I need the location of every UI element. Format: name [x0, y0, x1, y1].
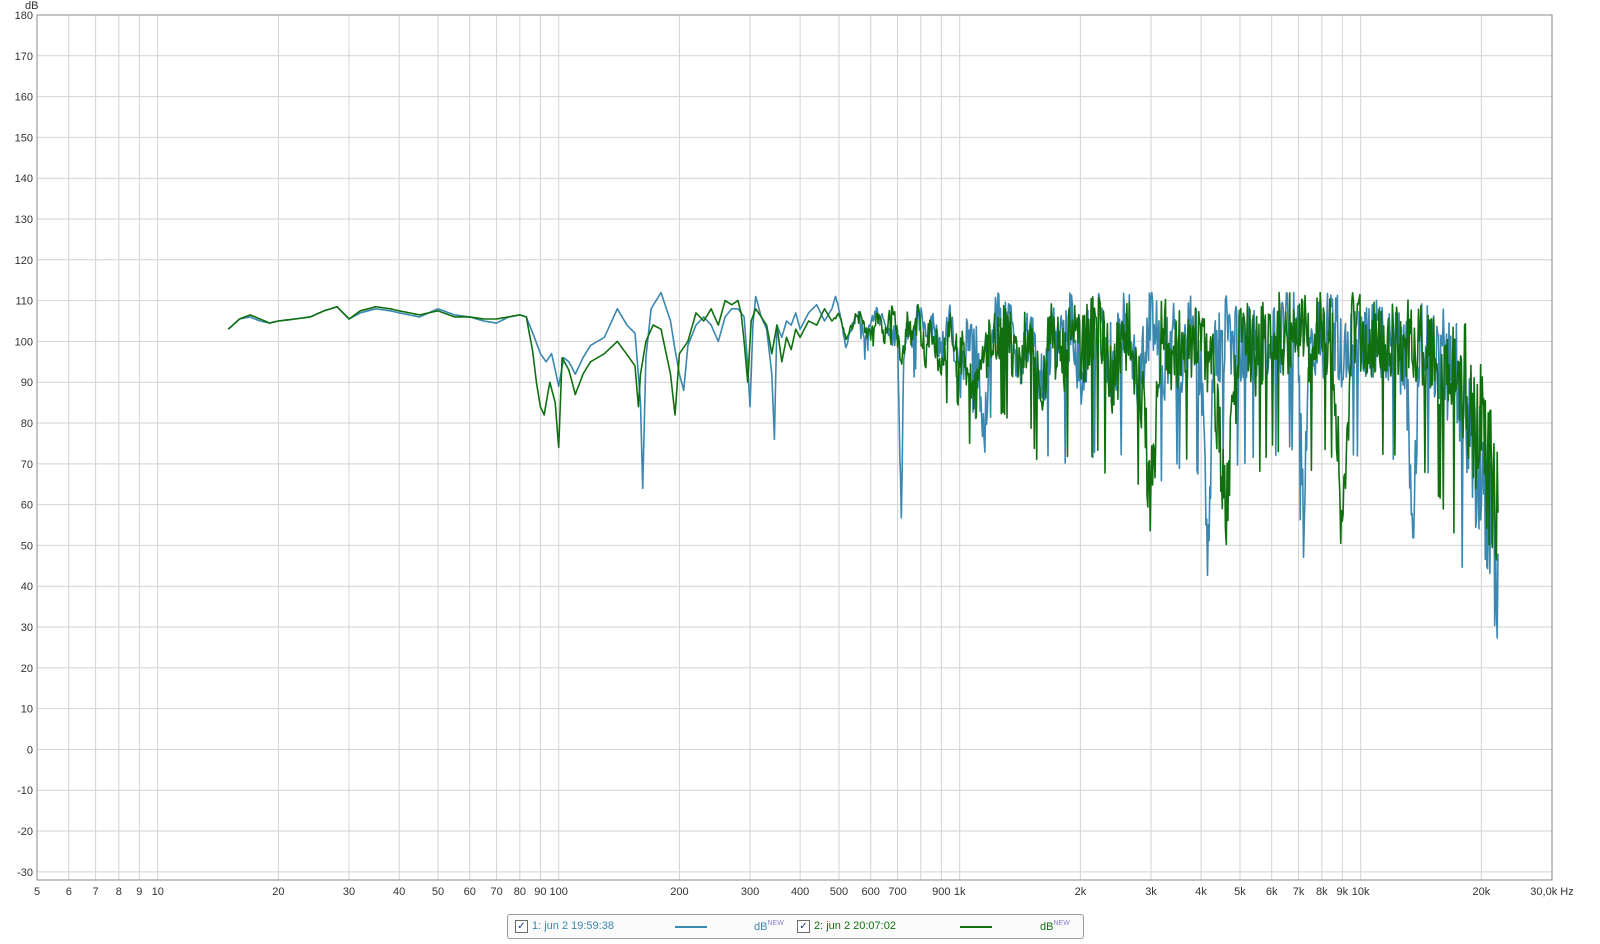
y-tick-label: 140 — [15, 173, 33, 185]
y-tick-label: 0 — [27, 744, 33, 756]
y-tick-label: 130 — [15, 214, 33, 226]
x-tick-label: 60 — [464, 886, 476, 898]
x-tick-label: 8 — [116, 886, 122, 898]
x-tick-label: 500 — [830, 886, 848, 898]
x-tick-label: 900 — [932, 886, 950, 898]
legend-checkbox-2[interactable]: ✓ — [797, 920, 810, 933]
y-tick-label: 90 — [21, 377, 33, 389]
y-tick-label: 10 — [21, 704, 33, 716]
y-tick-label: -10 — [17, 785, 33, 797]
x-tick-label: 200 — [670, 886, 688, 898]
y-tick-label: 60 — [21, 500, 33, 512]
y-tick-label: 30 — [21, 622, 33, 634]
x-tick-label: 6k — [1266, 886, 1278, 898]
y-axis-ticks: 1801701601501401301201101009080706050403… — [15, 10, 33, 879]
x-tick-label: 700 — [888, 886, 906, 898]
x-tick-label: 1k — [954, 886, 966, 898]
y-tick-label: 170 — [15, 51, 33, 63]
x-tick-label: 90 — [534, 886, 546, 898]
x-tick-label: 10k — [1352, 886, 1370, 898]
legend-label-1: 1: jun 2 19:59:38 — [532, 920, 614, 932]
x-tick-label: 30,0k Hz — [1530, 886, 1573, 898]
x-tick-label: 3k — [1145, 886, 1157, 898]
x-tick-label: 300 — [741, 886, 759, 898]
y-tick-label: -30 — [17, 867, 33, 879]
legend: ✓ 1: jun 2 19:59:38 dBNEW ✓ 2: jun 2 20:… — [507, 914, 1084, 939]
y-tick-label: 80 — [21, 418, 33, 430]
x-tick-label: 80 — [514, 886, 526, 898]
x-axis-ticks: 5 6 7 8 9 10 20 30 40 50 60 70 80 90 100 200 300 400 500 60… — [34, 886, 1574, 898]
x-tick-label: 7 — [93, 886, 99, 898]
legend-checkbox-1[interactable]: ✓ — [515, 920, 528, 933]
x-tick-label: 4k — [1195, 886, 1207, 898]
x-tick-label: 40 — [393, 886, 405, 898]
x-tick-label: 30 — [343, 886, 355, 898]
x-tick-label: 400 — [791, 886, 809, 898]
y-tick-label: 70 — [21, 459, 33, 471]
legend-unit-1: dBNEW — [754, 920, 784, 933]
x-tick-label: 6 — [66, 886, 72, 898]
x-tick-label: 5 — [34, 886, 40, 898]
y-tick-label: -20 — [17, 826, 33, 838]
y-tick-label: 120 — [15, 255, 33, 267]
x-tick-label: 50 — [432, 886, 444, 898]
y-tick-label: 20 — [21, 663, 33, 675]
x-tick-label: 2k — [1075, 886, 1087, 898]
legend-swatch-1 — [675, 926, 707, 928]
y-axis-unit-label: dB — [25, 0, 38, 12]
x-tick-label: 20k — [1473, 886, 1491, 898]
x-tick-label: 7k — [1293, 886, 1305, 898]
y-tick-label: 40 — [21, 581, 33, 593]
y-tick-label: 150 — [15, 132, 33, 144]
x-tick-label: 9k — [1337, 886, 1349, 898]
x-tick-label: 8k — [1316, 886, 1328, 898]
y-tick-label: 160 — [15, 92, 33, 104]
y-tick-label: 100 — [15, 336, 33, 348]
x-tick-label: 100 — [550, 886, 568, 898]
y-tick-label: 110 — [15, 296, 33, 308]
x-tick-label: 9 — [136, 886, 142, 898]
legend-label-2: 2: jun 2 20:07:02 — [814, 920, 896, 932]
x-tick-label: 5k — [1234, 886, 1246, 898]
legend-unit-2: dBNEW — [1040, 920, 1070, 933]
legend-swatch-2 — [960, 926, 992, 928]
x-tick-label: 70 — [490, 886, 502, 898]
x-tick-label: 10 — [152, 886, 164, 898]
x-tick-label: 600 — [862, 886, 880, 898]
y-tick-label: 50 — [21, 540, 33, 552]
x-tick-label: 20 — [272, 886, 284, 898]
frequency-response-chart: 1801701601501401301201101009080706050403… — [15, 0, 1574, 898]
